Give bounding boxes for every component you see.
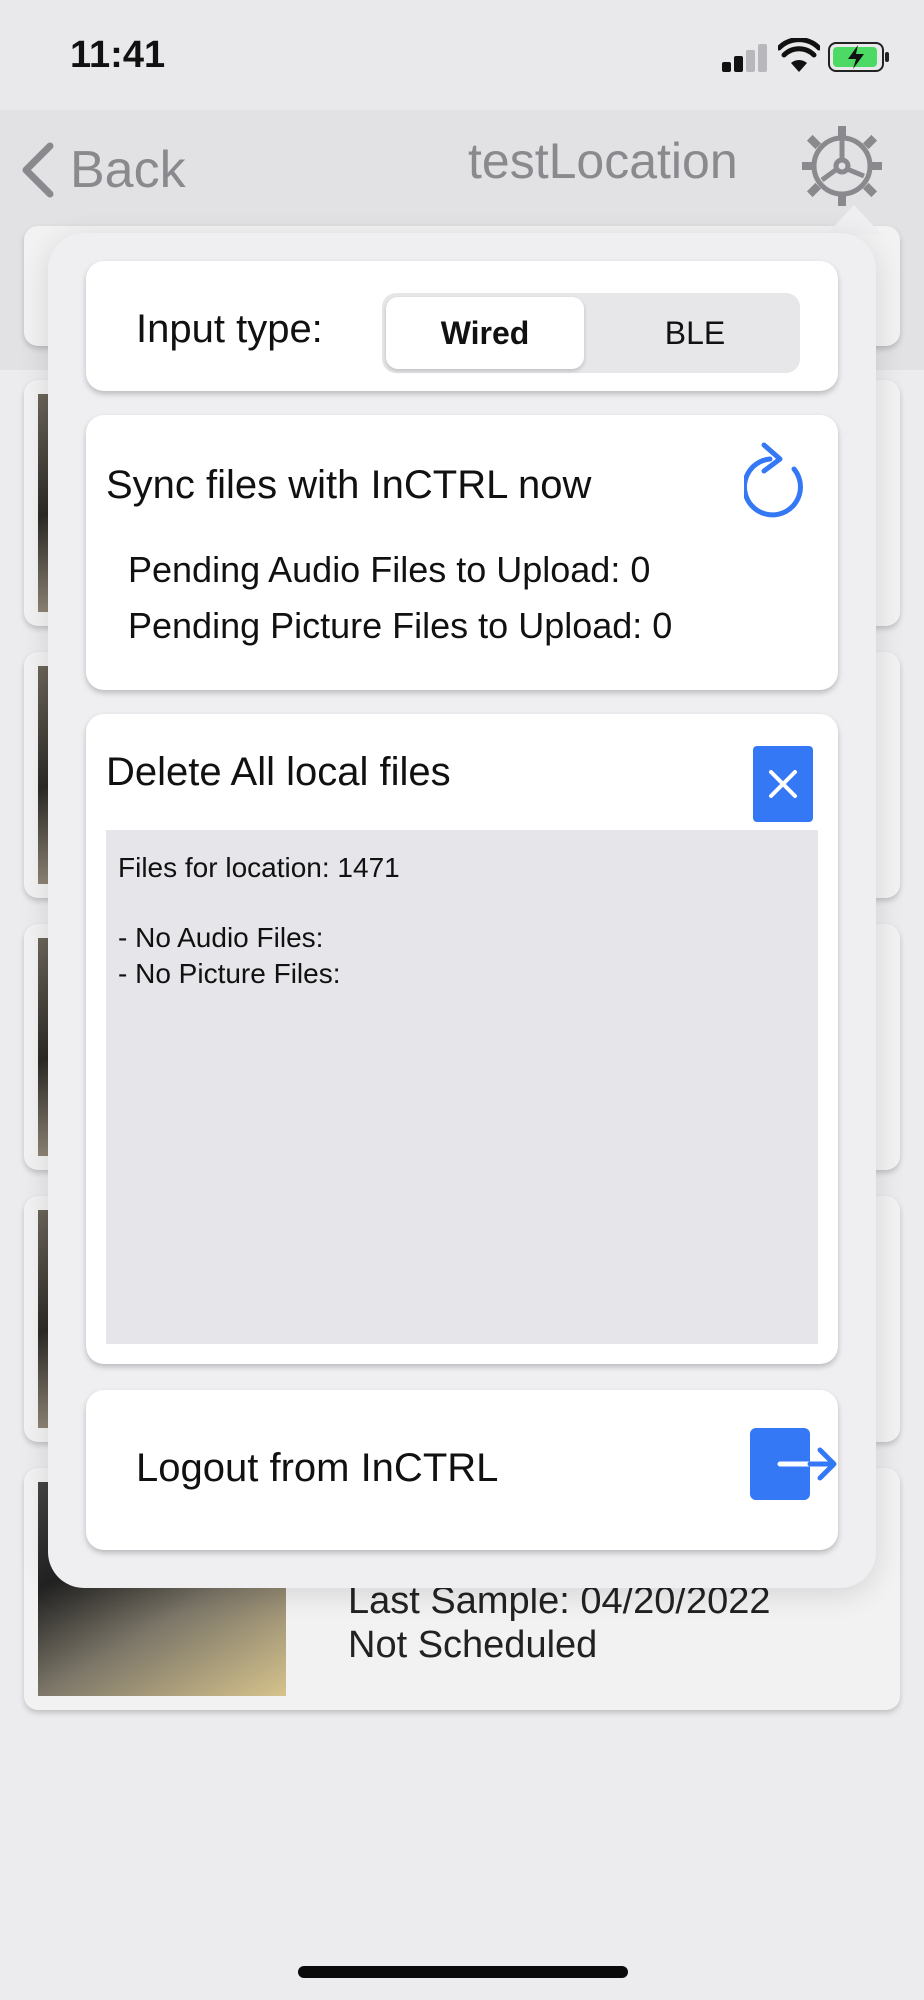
gear-icon[interactable]: [800, 124, 884, 208]
sync-panel: Sync files with InCTRL now Pending Audio…: [86, 415, 838, 690]
no-pictures-text: - No Picture Files:: [118, 958, 341, 989]
logout-icon[interactable]: [750, 1424, 840, 1504]
segment-wired[interactable]: Wired: [386, 297, 584, 369]
no-audio-text: - No Audio Files:: [118, 922, 324, 953]
files-location-text: Files for location: 1471: [118, 852, 400, 883]
input-type-panel: Input type: Wired BLE: [86, 261, 838, 391]
sync-title: Sync files with InCTRL now: [106, 463, 592, 507]
schedule-text: Not Scheduled: [348, 1624, 598, 1666]
input-type-label: Input type:: [136, 307, 323, 351]
logout-label: Logout from InCTRL: [136, 1446, 499, 1490]
delete-panel: Delete All local files Files for locatio…: [86, 714, 838, 1364]
cellular-signal-icon: [722, 42, 768, 72]
pending-pictures-text: Pending Picture Files to Upload: 0: [128, 605, 673, 646]
close-icon: [769, 770, 797, 798]
popover-arrow: [826, 205, 882, 235]
back-button[interactable]: Back: [20, 130, 186, 210]
files-text-view[interactable]: Files for location: 1471 - No Audio File…: [106, 830, 818, 1344]
delete-files-button[interactable]: [753, 746, 813, 822]
settings-popover: Input type: Wired BLE Sync files with In…: [48, 233, 876, 1588]
segment-ble[interactable]: BLE: [596, 297, 794, 369]
delete-title: Delete All local files: [106, 750, 451, 794]
status-bar: 11:41: [0, 0, 924, 110]
status-time: 11:41: [70, 34, 166, 76]
wifi-icon: [778, 38, 820, 72]
logout-panel[interactable]: Logout from InCTRL: [86, 1390, 838, 1550]
back-chevron-icon: [22, 142, 54, 198]
input-type-segmented-control: Wired BLE: [382, 293, 800, 373]
battery-charging-icon: [828, 42, 889, 72]
back-label: Back: [70, 141, 186, 199]
home-indicator: [298, 1966, 628, 1978]
pending-audio-text: Pending Audio Files to Upload: 0: [128, 549, 651, 590]
sync-icon[interactable]: [744, 439, 820, 523]
page-title: testLocation: [468, 133, 738, 189]
